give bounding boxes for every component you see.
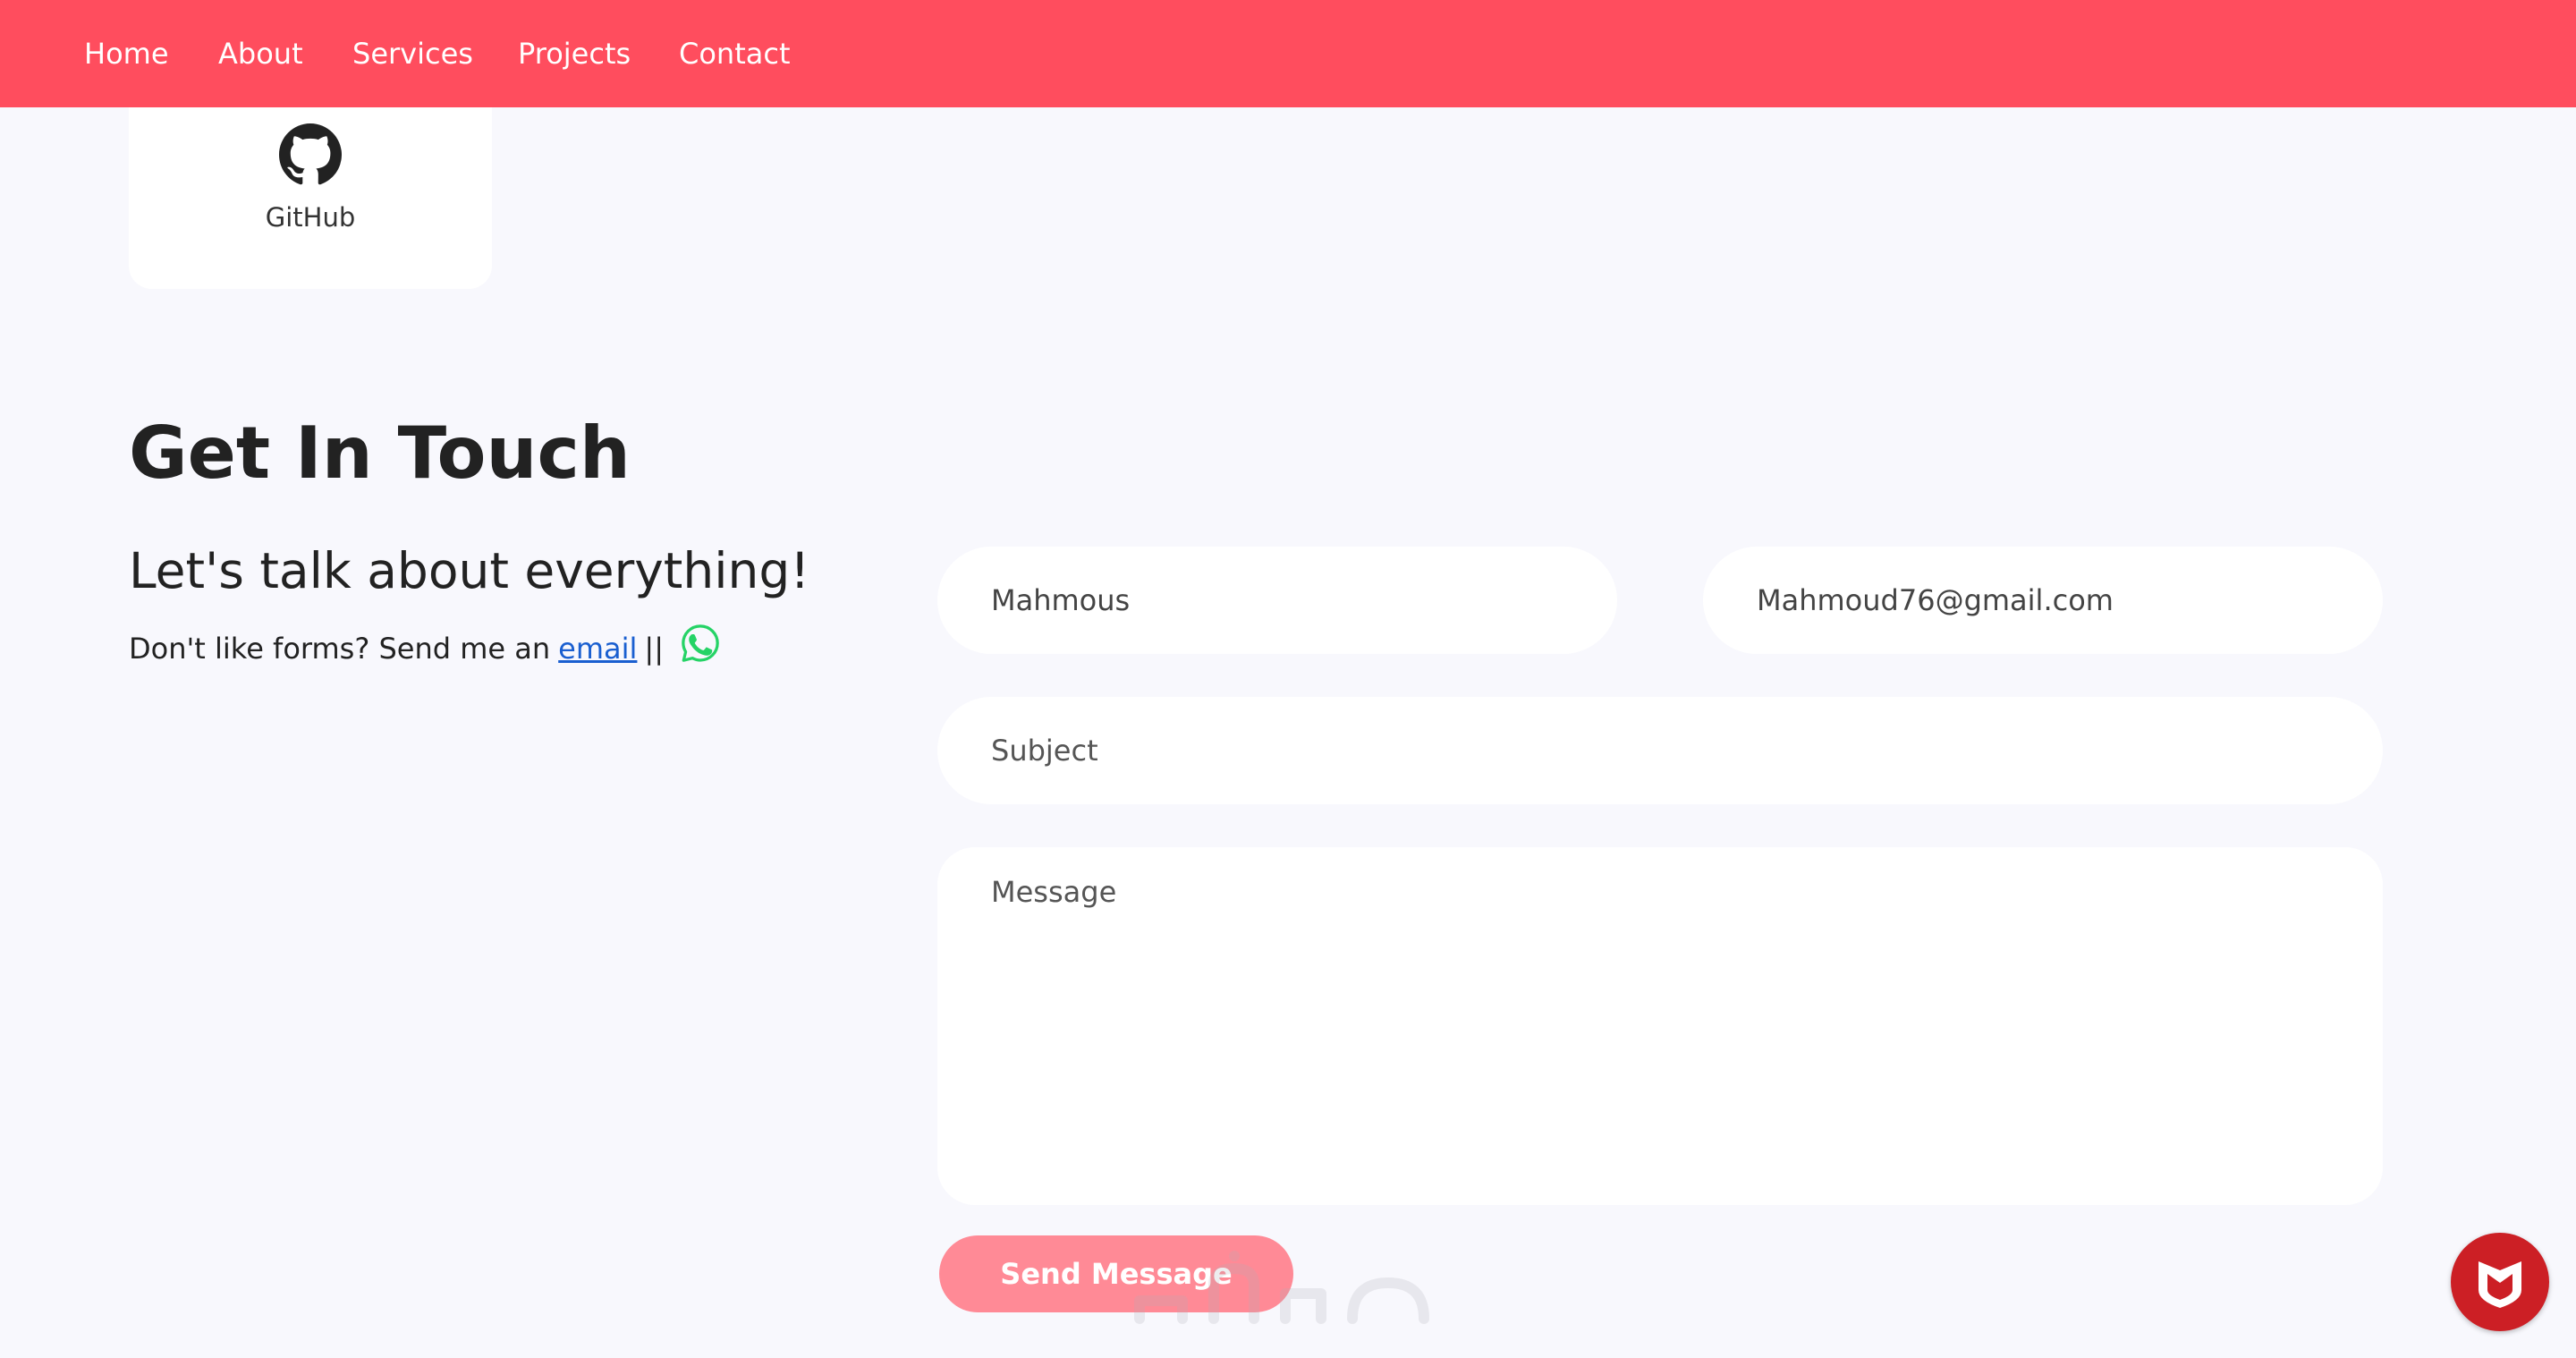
- contact-alt-line: Don't like forms? Send me an email ||: [129, 623, 721, 671]
- contact-line-prefix: Don't like forms? Send me an: [129, 632, 551, 666]
- contact-subheading: Let's talk about everything!: [129, 542, 810, 599]
- email-input[interactable]: [1703, 547, 2383, 654]
- nav-about-link[interactable]: About: [218, 0, 303, 107]
- subject-input[interactable]: [937, 697, 2383, 804]
- mcafee-badge-button[interactable]: [2451, 1233, 2549, 1331]
- message-textarea[interactable]: [937, 847, 2383, 1205]
- name-input[interactable]: [937, 547, 1617, 654]
- contact-heading: Get In Touch: [129, 412, 631, 495]
- separator: ||: [644, 632, 664, 666]
- watermark-logo: [1134, 1251, 1429, 1324]
- github-card[interactable]: GitHub: [129, 107, 492, 289]
- nav-services-link[interactable]: Services: [352, 0, 473, 107]
- mcafee-shield-icon: [2479, 1261, 2521, 1308]
- nav-home-link[interactable]: Home: [84, 0, 169, 107]
- nav-projects-link[interactable]: Projects: [518, 0, 631, 107]
- github-icon: [279, 123, 342, 185]
- whatsapp-icon[interactable]: [680, 623, 721, 664]
- top-navbar: Home About Services Projects Contact: [0, 0, 2576, 107]
- nav-contact-link[interactable]: Contact: [679, 0, 791, 107]
- email-link[interactable]: email: [558, 626, 637, 671]
- github-label: GitHub: [265, 202, 356, 233]
